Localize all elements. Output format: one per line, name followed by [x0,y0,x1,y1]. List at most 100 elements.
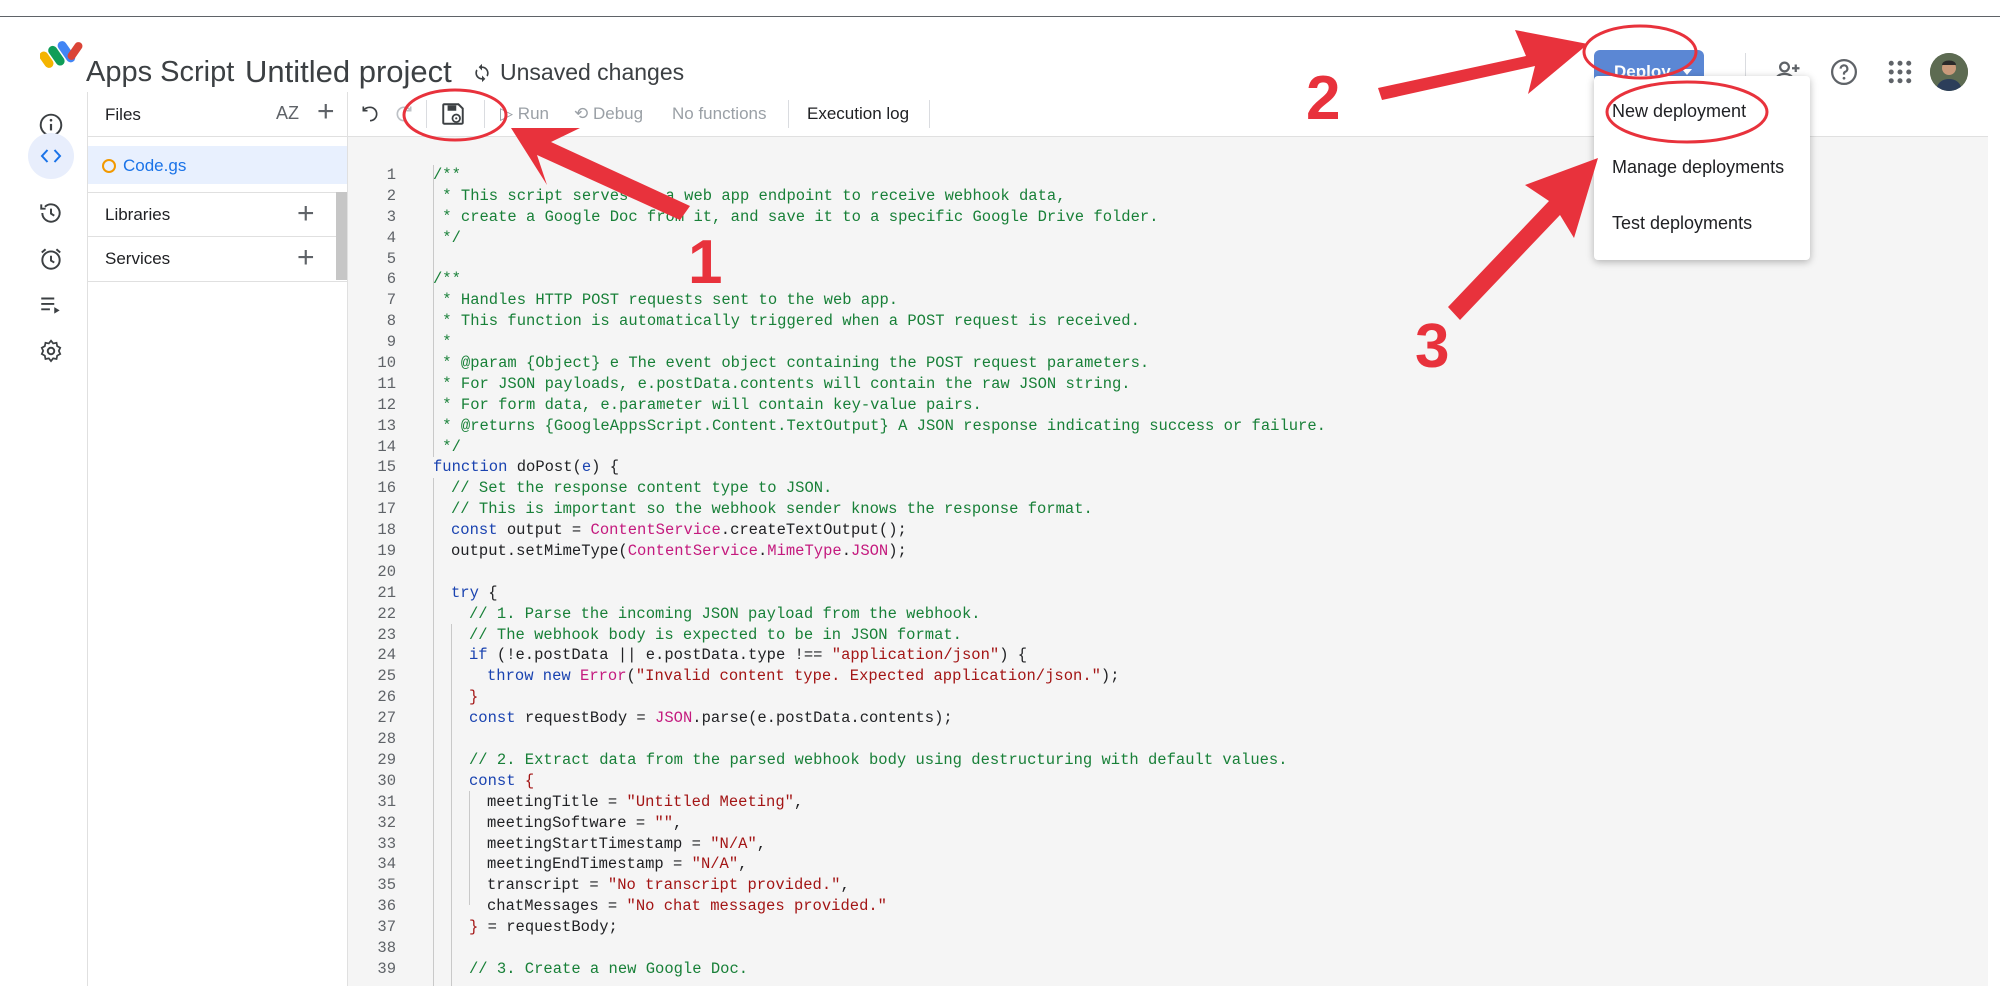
code-line[interactable]: 17 // This is important so the webhook se… [348,499,1326,520]
add-file-button[interactable]: + [317,97,335,127]
files-panel: Files AZ + Code.gs Libraries + Services … [88,92,348,986]
code-text: * This function is automatically trigger… [433,311,1140,332]
run-button[interactable]: ▷ Run [500,104,549,124]
avatar[interactable] [1930,53,1968,91]
code-line[interactable]: 10 * @param {Object} e The event object … [348,353,1326,374]
line-number: 4 [386,228,396,247]
code-line[interactable]: 22 // 1. Parse the incoming JSON payload … [348,604,1326,625]
code-line[interactable]: 26} [348,687,1326,708]
debug-button[interactable]: ⟲ Debug [574,104,643,124]
code-line[interactable]: 39 // 3. Create a new Google Doc. [348,959,1326,980]
user-photo-icon [1930,53,1968,91]
code-line[interactable]: 20 [348,562,1326,583]
line-number: 19 [377,542,396,561]
code-line[interactable]: 5 [348,249,1326,270]
test-deployments-menu-item[interactable]: Test deployments [1612,213,1752,234]
libraries-section[interactable]: Libraries + [88,192,347,237]
code-line[interactable]: 14 */ [348,437,1326,458]
code-line[interactable]: 31 meetingTitle = "Untitled Meeting", [348,792,1326,813]
function-select[interactable]: No functions [672,104,767,124]
line-number: 2 [386,186,396,205]
line-number: 14 [377,437,396,456]
code-line[interactable]: 27 const requestBody = JSON.parse(e.postD… [348,708,1326,729]
line-number: 29 [377,750,396,769]
redo-icon[interactable] [394,104,414,124]
help-icon[interactable] [1829,57,1859,87]
executions-nav[interactable] [34,288,68,322]
code-line[interactable]: 13 * @returns {GoogleAppsScript.Content.… [348,416,1326,437]
toolbar-divider [929,100,930,128]
code-text: * This script serves as a web app endpoi… [433,186,1065,207]
project-title[interactable]: Untitled project [245,54,452,90]
add-service-button[interactable]: + [297,243,315,273]
code-text: /** [433,165,461,186]
project-settings-nav[interactable] [34,334,68,368]
code-line[interactable]: 6 /** [348,269,1326,290]
code-text: const { [469,771,534,792]
code-line[interactable]: 18 const output = ContentService.createTe… [348,520,1326,541]
code-line[interactable]: 8 * This function is automatically trigg… [348,311,1326,332]
code-line[interactable]: 11 * For JSON payloads, e.postData.conte… [348,374,1326,395]
editor-nav[interactable] [28,133,74,179]
code-line[interactable]: 1 /** [348,165,1326,186]
code-line[interactable]: 15 function doPost(e) { [348,457,1326,478]
new-deployment-menu-item[interactable]: New deployment [1612,101,1746,122]
sort-files-button[interactable]: AZ [276,103,299,124]
code-line[interactable]: 4 */ [348,228,1326,249]
add-library-button[interactable]: + [297,199,315,229]
code-line[interactable]: 37} = requestBody; [348,917,1326,938]
code-line[interactable]: 25 throw new Error("Invalid content type.… [348,666,1326,687]
code-token: } [469,688,479,707]
code-line[interactable]: 12 * For form data, e.parameter will con… [348,395,1326,416]
code-token: // The webhook body is expected to be in… [469,625,962,644]
code-line[interactable]: 16 // Set the response content type to JS… [348,478,1326,499]
code-line[interactable]: 7 * Handles HTTP POST requests sent to t… [348,290,1326,311]
code-text: */ [433,228,461,249]
line-number: 37 [377,918,396,937]
code-text: output.setMimeType(ContentService.MimeTy… [451,541,907,562]
code-line[interactable]: 32 meetingSoftware = "", [348,813,1326,834]
app-name[interactable]: Apps Script [86,56,234,89]
code-line[interactable]: 30 const { [348,771,1326,792]
code-text: // 3. Create a new Google Doc. [469,959,748,980]
file-item-code-gs[interactable]: Code.gs [88,146,347,184]
code-line[interactable]: 36 chatMessages = "No chat messages provi… [348,896,1326,917]
code-line[interactable]: 21 try { [348,583,1326,604]
project-history-nav[interactable] [34,196,68,230]
files-scrollbar[interactable] [336,192,347,280]
files-header: Files AZ + [88,92,347,137]
code-token: e [581,458,592,477]
triggers-nav[interactable] [34,242,68,276]
line-number: 36 [377,897,396,916]
code-token: "" [654,813,674,832]
code-line[interactable]: 29 // 2. Extract data from the parsed web… [348,750,1326,771]
code-line[interactable]: 38 [348,938,1326,959]
services-section[interactable]: Services + [88,236,347,282]
code-line[interactable]: 34 meetingEndTimestamp = "N/A", [348,854,1326,875]
code-line[interactable]: 28 [348,729,1326,750]
save-project-icon[interactable] [440,101,466,127]
code-line[interactable]: 35 transcript = "No transcript provided."… [348,875,1326,896]
undo-icon[interactable] [360,104,380,124]
code-text: * create a Google Doc from it, and save … [433,207,1158,228]
code-line[interactable]: 19 output.setMimeType(ContentService.Mime… [348,541,1326,562]
code-token: Error [580,667,627,686]
line-number: 21 [377,583,396,602]
execution-log-button[interactable]: Execution log [807,104,909,124]
code-token: const [451,521,507,540]
code-line[interactable]: 23 // The webhook body is expected to be … [348,625,1326,646]
code-line[interactable]: 9 * [348,332,1326,353]
code-line[interactable]: 3 * create a Google Doc from it, and sav… [348,207,1326,228]
code-line[interactable]: 33 meetingStartTimestamp = "N/A", [348,834,1326,855]
code-editor[interactable]: 1 /** 2 * This script serves as a web app … [348,137,1988,986]
code-token: /** [433,270,461,289]
code-token: try [451,583,489,602]
code-line[interactable]: 24 if (!e.postData || e.postData.type !==… [348,645,1326,666]
save-status-text: Unsaved changes [500,59,685,85]
code-line[interactable]: 2 * This script serves as a web app endp… [348,186,1326,207]
sync-icon [475,63,489,82]
manage-deployments-menu-item[interactable]: Manage deployments [1612,157,1784,178]
code-token: ( [626,667,636,686]
apps-grid-icon[interactable] [1885,57,1915,87]
code-token: MimeType [767,542,842,561]
